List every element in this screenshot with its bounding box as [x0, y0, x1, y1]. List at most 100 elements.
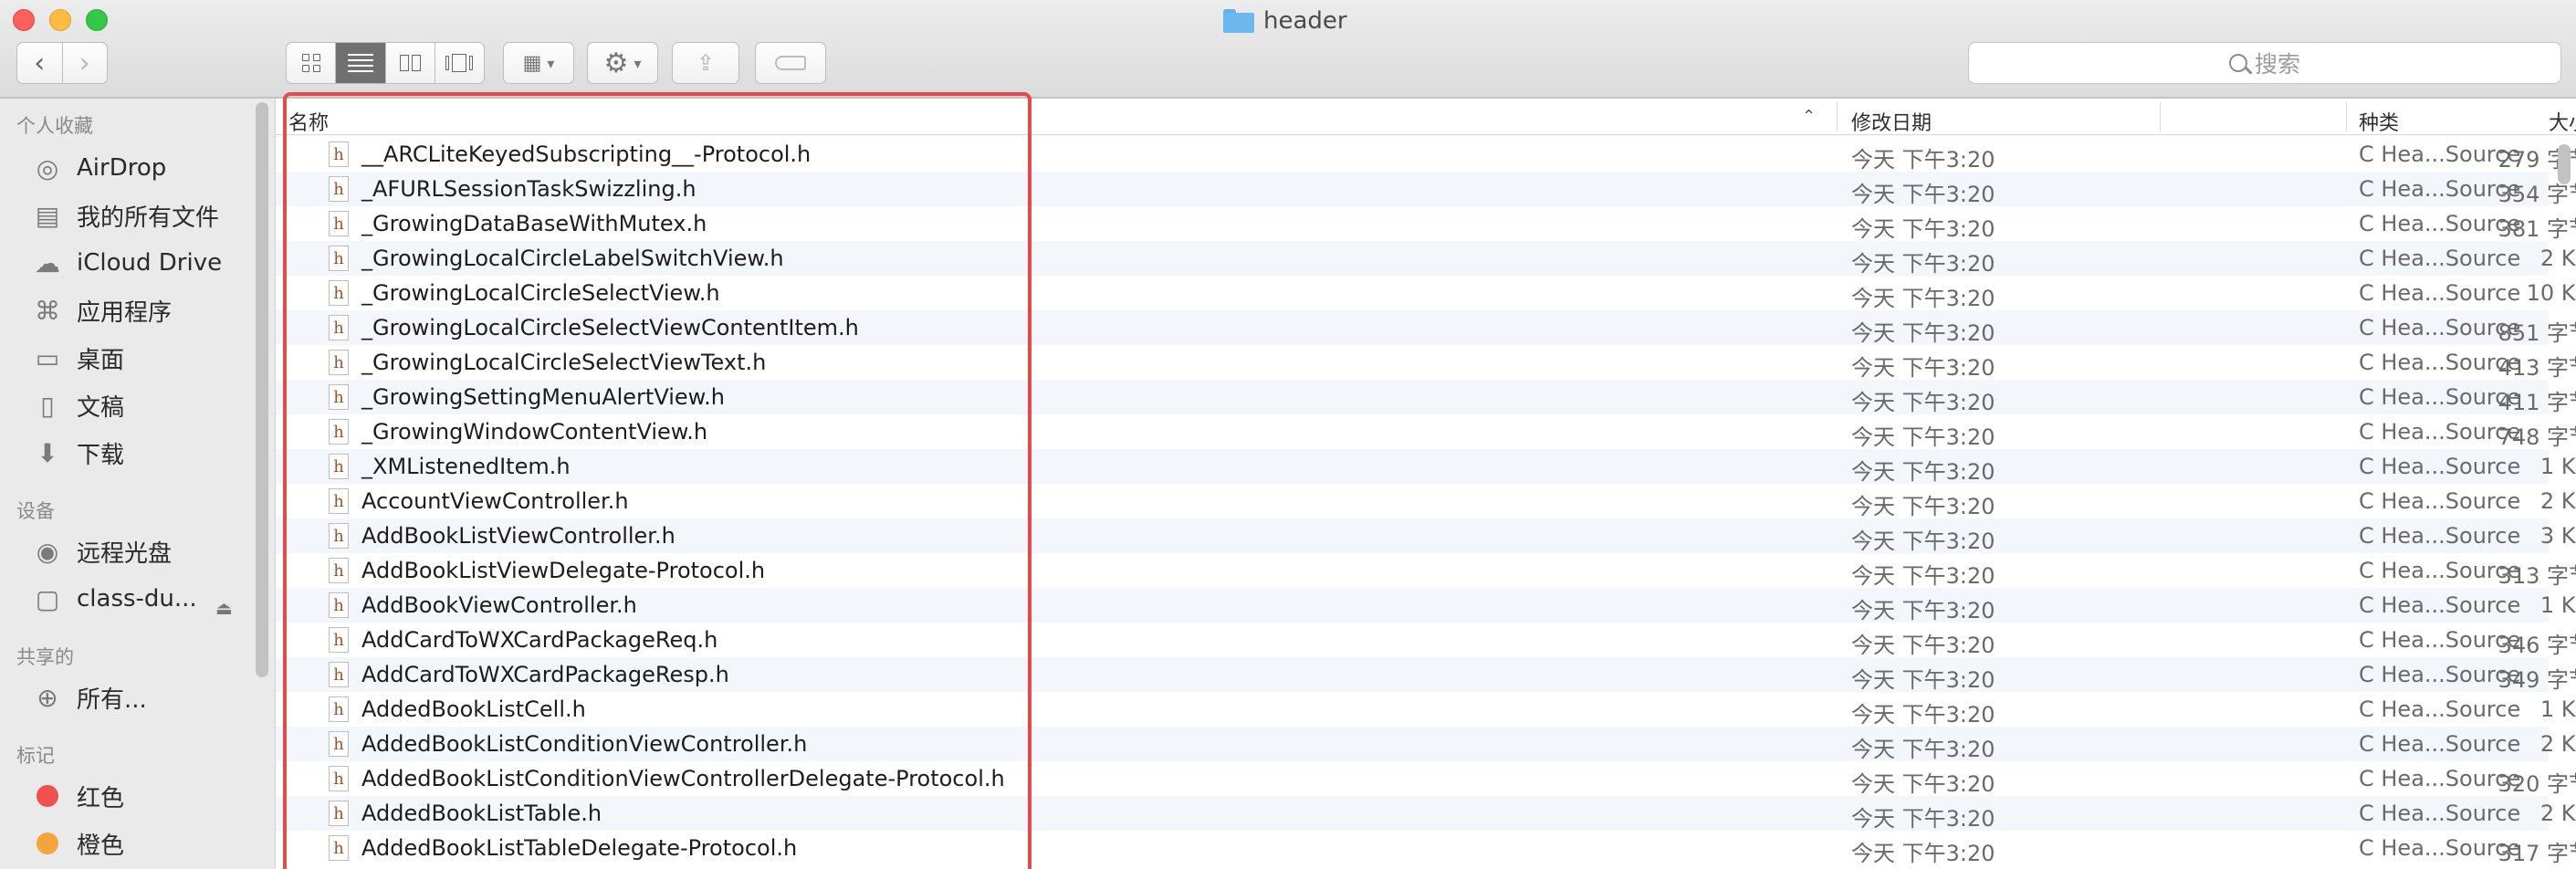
sidebar-item-icloud-drive[interactable]: ☁ iCloud Drive — [31, 243, 222, 283]
file-modified-date: 今天 下午3:20 — [1851, 390, 1995, 415]
file-kind: C Hea...Source — [2359, 246, 2521, 271]
disk-icon: ▢ — [35, 583, 60, 614]
desktop-icon: ▭ — [35, 342, 60, 373]
file-modified-date: 今天 下午3:20 — [1851, 182, 1995, 207]
column-header-size[interactable]: 大小 — [2273, 107, 2576, 136]
file-name: _GrowingLocalCircleSelectViewContentItem… — [361, 315, 859, 340]
file-kind: C Hea...Source — [2359, 558, 2521, 583]
cover-flow-icon — [445, 54, 474, 72]
sidebar-item-label: iCloud Drive — [77, 249, 223, 277]
file-row[interactable]: h _AFURLSessionTaskSwizzling.h 今天 下午3:20 35… — [276, 172, 2576, 207]
arrange-button[interactable]: ▦ ▾ — [503, 42, 574, 84]
column-divider[interactable] — [2160, 102, 2161, 131]
sidebar-item-tag-orange[interactable]: 橙色 — [31, 823, 124, 864]
file-kind: C Hea...Source — [2359, 419, 2521, 445]
sidebar-item-documents[interactable]: ▯ 文稿 — [31, 385, 124, 425]
file-row[interactable]: hAccountViewController.h今天 下午3:202 KBC H… — [276, 484, 2576, 519]
eject-icon[interactable]: ⏏ — [215, 597, 233, 619]
cover-flow-button[interactable] — [434, 43, 484, 83]
file-row[interactable]: h _GrowingDataBaseWithMutex.h 今天 下午3:20 381… — [276, 206, 2576, 242]
share-button[interactable]: ⇪ — [672, 42, 739, 84]
cloud-icon: ☁ — [35, 247, 60, 278]
shared-header: 共享的 — [16, 646, 74, 668]
sidebar-item-shared-all[interactable]: ⊕ 所有... — [31, 677, 147, 717]
file-row[interactable]: h_XMListenedItem.h今天 下午3:201 KBC Hea...S… — [276, 449, 2576, 485]
file-name: _GrowingLocalCircleSelectViewText.h — [361, 350, 767, 375]
view-mode-selector — [286, 42, 485, 84]
column-header-kind[interactable]: 种类 — [2359, 107, 2399, 136]
column-divider[interactable] — [2346, 102, 2347, 131]
header-file-icon: h — [329, 350, 349, 375]
file-name: _XMListenedItem.h — [361, 454, 571, 479]
column-divider[interactable] — [1837, 102, 1838, 131]
back-button[interactable]: ‹ — [17, 43, 62, 83]
file-row[interactable]: h AddedBookListTableDelegate-Protocol.h 今天… — [276, 831, 2576, 866]
file-name: AccountViewController.h — [361, 488, 629, 514]
window-title-text: header — [1263, 7, 1347, 35]
file-modified-date: 今天 下午3:20 — [1851, 563, 1995, 589]
edit-tags-button[interactable] — [755, 42, 826, 84]
file-modified-date: 今天 下午3:20 — [1851, 286, 1995, 311]
file-modified-date: 今天 下午3:20 — [1851, 251, 1995, 277]
file-modified-date: 今天 下午3:20 — [1851, 633, 1995, 658]
minimize-window-button[interactable] — [49, 9, 71, 31]
sidebar-item-desktop[interactable]: ▭ 桌面 — [31, 338, 124, 378]
list-scrollbar[interactable] — [2558, 144, 2571, 184]
file-row[interactable]: h AddedBookListConditionViewController.h 今… — [276, 727, 2576, 762]
sidebar-item-label: class-du... — [77, 585, 197, 612]
file-row[interactable]: h AddCardToWXCardPackageResp.h 今天 下午3:20 34… — [276, 657, 2576, 693]
file-row[interactable]: h AddBookListViewController.h 今天 下午3:20 3 K… — [276, 518, 2576, 554]
header-file-icon: h — [329, 766, 349, 791]
file-modified-date: 今天 下午3:20 — [1851, 147, 1995, 173]
sidebar-item-downloads[interactable]: ⬇ 下载 — [31, 433, 124, 473]
icon-grid-icon — [301, 54, 320, 72]
sidebar-item-label: 下载 — [77, 441, 125, 469]
file-row[interactable]: hAddBookViewController.h今天 下午3:201 KBC H… — [276, 588, 2576, 623]
file-modified-date: 今天 下午3:20 — [1851, 667, 1995, 693]
documents-icon: ▯ — [40, 390, 55, 421]
sidebar-item-applications[interactable]: ⌘ 应用程序 — [31, 290, 172, 330]
column-header-name[interactable]: 名称 — [288, 107, 329, 136]
download-icon: ⬇ — [37, 437, 58, 468]
icon-view-button[interactable] — [287, 43, 335, 83]
search-field[interactable]: 搜索 — [1968, 42, 2561, 84]
file-row[interactable]: h AddBookListViewDelegate-Protocol.h 今天 下午… — [276, 553, 2576, 589]
window-toolbar: header ‹ › ▦ ▾ ⚙ ▾ ⇪ 搜索 — [0, 0, 2576, 99]
sidebar-item-tag-red[interactable]: 红色 — [31, 776, 124, 816]
chevron-down-icon: ▾ — [547, 54, 555, 72]
header-file-icon: h — [329, 731, 349, 757]
zoom-window-button[interactable] — [86, 9, 108, 31]
action-button[interactable]: ⚙ ▾ — [587, 42, 658, 84]
file-row[interactable]: h AddedBookListConditionViewControllerDel… — [276, 761, 2576, 797]
sidebar-item-label: 我的所有文件 — [77, 204, 220, 232]
column-view-button[interactable] — [384, 43, 435, 83]
file-row[interactable]: hAddedBookListCell.h今天 下午3:201 KBC Hea..… — [276, 692, 2576, 728]
list-view-button[interactable] — [335, 43, 385, 83]
file-row[interactable]: h AddCardToWXCardPackageReq.h 今天 下午3:20 346… — [276, 623, 2576, 658]
sidebar-item-remote-disc[interactable]: ◉ 远程光盘 — [31, 531, 172, 571]
sidebar-item-class-disk[interactable]: ▢ class-du... — [31, 579, 197, 619]
sidebar-item-airdrop[interactable]: ◎ AirDrop — [31, 148, 166, 188]
file-modified-date: 今天 下午3:20 — [1851, 216, 1995, 242]
file-name: AddBookListViewDelegate-Protocol.h — [361, 558, 766, 583]
file-row[interactable]: h _GrowingSettingMenuAlertView.h 今天 下午3:20… — [276, 380, 2576, 415]
file-row[interactable]: h _GrowingWindowContentView.h 今天 下午3:20 748… — [276, 414, 2576, 450]
file-row[interactable]: h _GrowingLocalCircleSelectViewContentIte… — [276, 310, 2576, 346]
file-modified-date: 今天 下午3:20 — [1851, 424, 1995, 450]
file-row[interactable]: h _GrowingLocalCircleLabelSwitchView.h 今天 … — [276, 241, 2576, 277]
file-modified-date: 今天 下午3:20 — [1851, 771, 1995, 797]
sidebar-item-all-files[interactable]: ▤ 我的所有文件 — [31, 195, 219, 236]
file-name: AddedBookListTable.h — [361, 801, 602, 826]
file-row[interactable]: h _GrowingLocalCircleSelectView.h 今天 下午3:2… — [276, 276, 2576, 311]
file-name: _GrowingWindowContentView.h — [361, 419, 708, 445]
forward-button[interactable]: › — [61, 43, 108, 83]
file-row[interactable]: h __ARCLiteKeyedSubscripting__-Protocol.h… — [276, 137, 2576, 173]
column-header-date[interactable]: 修改日期 — [1851, 107, 1932, 136]
sidebar-scrollbar[interactable] — [256, 102, 268, 677]
file-row[interactable]: h _GrowingLocalCircleSelectViewText.h 今天 下… — [276, 345, 2576, 381]
file-kind: C Hea...Source — [2359, 696, 2521, 722]
file-row[interactable]: hAddedBookListTable.h今天 下午3:202 KBC Hea.… — [276, 796, 2576, 832]
devices-header: 设备 — [16, 500, 55, 522]
close-window-button[interactable] — [13, 9, 35, 31]
header-file-icon: h — [329, 141, 349, 167]
